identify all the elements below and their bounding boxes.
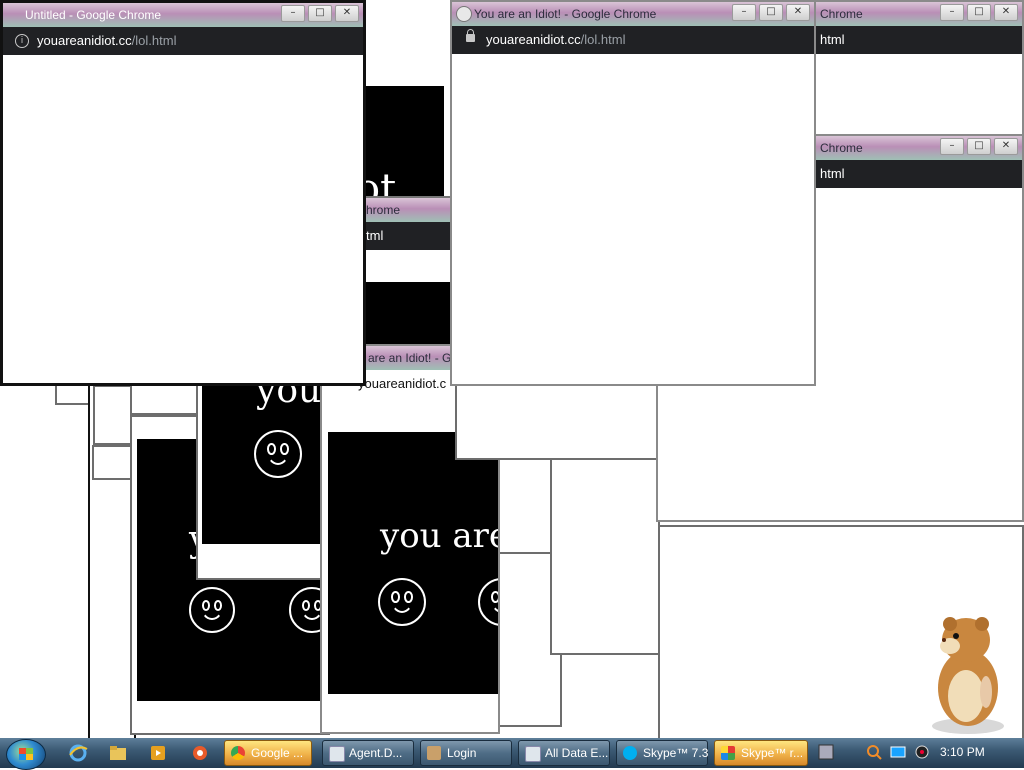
taskbar-button-label: Skype™ r... [741,746,804,760]
taskbar-clock[interactable]: 3:10 PM [940,745,985,759]
taskbar-button-label: Skype™ 7.3 [643,746,709,760]
close-button[interactable]: ✕ [335,5,359,22]
chrome-window-right-top[interactable]: Chrome – □ ✕ html [812,0,1024,140]
idiot-page-black: you are [328,432,500,694]
taskbar-button-agent[interactable]: Agent.D... [322,740,414,766]
address-bar[interactable]: i youareanidiot.cc/lol.html [3,27,363,55]
taskbar-button-skype[interactable]: Skype™ 7.3 [616,740,708,766]
address-path: /lol.html [131,33,177,48]
smiley-icon [478,578,498,626]
address-bar[interactable]: html [814,26,1022,54]
taskbar-button-google-chrome[interactable]: Google ... [224,740,312,766]
window-title: Untitled - Google Chrome [25,8,162,22]
skype-colorful-icon [721,746,735,760]
maximize-button[interactable]: □ [967,138,991,155]
app-tray-icon[interactable] [818,744,834,760]
idiot-page-black: you [202,382,332,544]
hamster-mascot-image [932,617,1004,734]
window-titlebar[interactable]: hrome [364,198,452,222]
internet-explorer-icon[interactable] [68,744,88,762]
desktop: ot y you hrome tml are an Idiot! - G you… [0,0,1024,738]
window-controls: – □ ✕ [940,138,1018,155]
window-titlebar[interactable]: Untitled - Google Chrome – □ ✕ [3,3,363,27]
window-controls: – □ ✕ [732,4,810,21]
address-bar[interactable]: tml [364,222,452,250]
address-bar[interactable]: youareanidiot.cc/lol.html [452,26,814,54]
address-text: html [820,32,845,47]
maximize-button[interactable]: □ [308,5,332,22]
search-icon[interactable] [866,744,882,760]
taskbar-button-all-data[interactable]: All Data E... [518,740,610,766]
address-host: youareanidiot.cc [37,33,132,48]
user-app-icon [427,746,441,760]
taskbar-button-label: Login [447,746,477,760]
address-text: youareanidiot.cc/lol.html [486,32,625,47]
taskbar-button-label: All Data E... [545,746,609,760]
windows-logo-icon [19,748,33,760]
window-title: Chrome [820,7,863,21]
lock-icon [466,29,475,42]
minimize-button[interactable]: – [940,138,964,155]
page-content [452,54,814,384]
minimize-button[interactable]: – [940,4,964,21]
window-app-icon [525,746,541,762]
monitor-icon[interactable] [890,744,906,760]
window-titlebar[interactable]: Chrome – □ ✕ [814,2,1022,26]
address-text: youareanidiot.c [358,376,447,391]
address-host: youareanidiot.cc [486,32,581,47]
smiley-favicon-icon [456,6,472,22]
folder-icon[interactable] [108,744,128,762]
address-text: tml [366,228,384,243]
volume-icon[interactable] [914,744,930,760]
start-button[interactable] [6,739,46,770]
window-title: hrome [366,203,401,217]
page-content [3,55,363,383]
maximize-button[interactable]: □ [967,4,991,21]
media-player-icon[interactable] [148,744,168,762]
idiot-text: you are [380,516,500,556]
smiley-icon [378,578,426,626]
taskbar-button-label: Agent.D... [349,746,403,760]
window-title: are an Idiot! - G [368,351,452,365]
close-button[interactable]: ✕ [994,4,1018,21]
address-text: html [820,166,845,181]
window-app-icon [329,746,345,762]
idiot-page-black [364,282,452,352]
minimize-button[interactable]: – [281,5,305,22]
close-button[interactable]: ✕ [786,4,810,21]
idiot-window[interactable]: you [196,370,336,580]
app-shortcut-icon[interactable] [190,744,210,762]
background-window-frame[interactable] [93,385,133,445]
chrome-icon [231,746,245,760]
minimize-button[interactable]: – [732,4,756,21]
smiley-icon [254,430,302,478]
taskbar-button-label: Google ... [251,746,304,760]
address-text: youareanidiot.cc/lol.html [37,33,176,48]
window-titlebar[interactable]: You are an Idiot! - Google Chrome – □ ✕ [452,2,814,26]
background-window-frame[interactable] [550,455,660,655]
chrome-window-idiot[interactable]: You are an Idiot! - Google Chrome – □ ✕ … [450,0,816,386]
taskbar-button-login[interactable]: Login [420,740,512,766]
window-title: Chrome [820,141,863,155]
close-button[interactable]: ✕ [994,138,1018,155]
info-icon: i [15,34,29,48]
idiot-text: you [256,382,322,411]
window-controls: – □ ✕ [940,4,1018,21]
window-title: You are an Idiot! - Google Chrome [474,7,657,21]
address-path: /lol.html [580,32,626,47]
smiley-icon [189,587,235,633]
chrome-window-untitled[interactable]: Untitled - Google Chrome – □ ✕ i youarea… [0,0,366,386]
taskbar-button-skype-alert[interactable]: Skype™ r... [714,740,808,766]
idiot-page-black: ot [362,86,444,206]
window-controls: – □ ✕ [281,5,359,22]
maximize-button[interactable]: □ [759,4,783,21]
skype-icon [623,746,637,760]
